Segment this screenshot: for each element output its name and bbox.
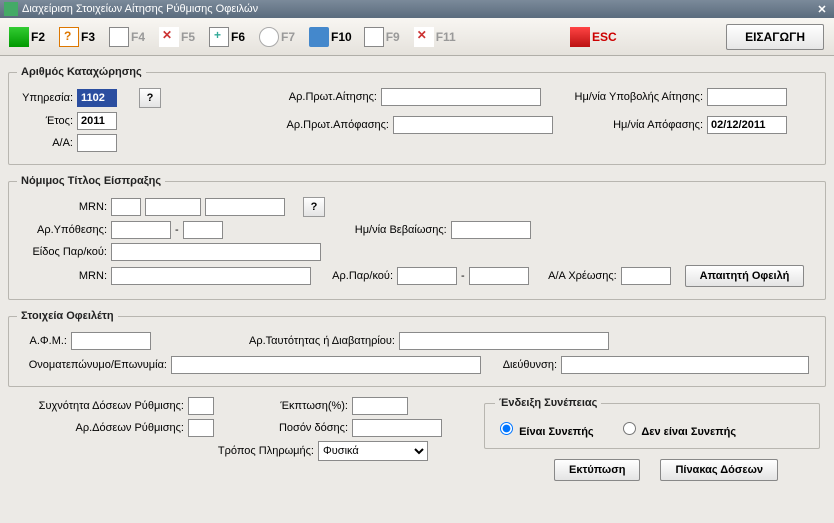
hm-vev-input[interactable] xyxy=(451,221,531,239)
mrn-label: MRN: xyxy=(17,201,107,213)
taut-label: Αρ.Ταυτότητας ή Διαβατηρίου: xyxy=(215,335,395,347)
mrn2-label: MRN: xyxy=(17,270,107,282)
ypiresia-label: Υπηρεσία: xyxy=(17,92,73,104)
apaititi-ofeili-button[interactable]: Απαιτητή Οφειλή xyxy=(685,265,805,287)
consistent-radio[interactable] xyxy=(500,422,513,435)
mrn2-input[interactable] xyxy=(145,198,201,216)
addr-input[interactable] xyxy=(561,356,809,374)
toolbar-f4: F4 xyxy=(104,21,152,53)
etos-label: Έτος: xyxy=(17,115,73,127)
afm-label: Α.Φ.Μ.: xyxy=(17,335,67,347)
consistency-legend: Ένδειξη Συνέπειας xyxy=(495,397,601,409)
aa-label: Α/Α: xyxy=(17,137,73,149)
pinakas-doseon-button[interactable]: Πίνακας Δόσεων xyxy=(660,459,778,481)
arprot-aitisis-input[interactable] xyxy=(381,88,541,106)
save-icon xyxy=(9,27,29,47)
print-button[interactable]: Εκτύπωση xyxy=(554,459,640,481)
eidos-input[interactable] xyxy=(111,243,321,261)
ar-ypoth1-input[interactable] xyxy=(111,221,171,239)
toolbar-f3-help[interactable]: F3 xyxy=(54,21,102,53)
print-icon xyxy=(309,27,329,47)
taut-input[interactable] xyxy=(399,332,609,350)
title-bar: Διαχείριση Στοιχείων Αίτησης Ρύθμισης Οφ… xyxy=(0,0,834,18)
ar-ypoth-label: Αρ.Υπόθεσης: xyxy=(17,224,107,236)
onoma-label: Ονοματεπώνυμο/Επωνυμία: xyxy=(17,359,167,371)
syxn-label: Συχνότητα Δόσεων Ρύθμισης: xyxy=(14,400,184,412)
ekpt-label: Έκπτωση(%): xyxy=(258,400,348,412)
delete-icon xyxy=(159,27,179,47)
inconsistent-radio-label[interactable]: Δεν είναι Συνεπής xyxy=(618,419,736,438)
ardos-label: Αρ.Δόσεων Ρύθμισης: xyxy=(14,422,184,434)
ar-ypoth2-input[interactable] xyxy=(183,221,223,239)
afm-input[interactable] xyxy=(71,332,151,350)
registration-legend: Αριθμός Καταχώρησης xyxy=(17,66,146,78)
toolbar-f7: F7 xyxy=(254,21,302,53)
help-icon xyxy=(59,27,79,47)
tropos-select[interactable]: Φυσικά xyxy=(318,441,428,461)
registration-fieldset: Αριθμός Καταχώρησης Υπηρεσία: ? Έτος: Α/… xyxy=(8,66,826,165)
legal-title-fieldset: Νόμιμος Τίτλος Είσπραξης MRN: ? Αρ.Υπόθε… xyxy=(8,175,826,300)
hm-ypovolis-input[interactable] xyxy=(707,88,787,106)
doc2-icon xyxy=(364,27,384,47)
new-icon xyxy=(209,27,229,47)
app-icon xyxy=(4,2,18,16)
toolbar-f11: F11 xyxy=(409,21,461,53)
close-icon[interactable]: ✕ xyxy=(814,2,830,16)
zoom-icon xyxy=(259,27,279,47)
aaxr-label: Α/Α Χρέωσης: xyxy=(539,270,617,282)
mrn3-input[interactable] xyxy=(205,198,285,216)
aa-input[interactable] xyxy=(77,134,117,152)
eidos-label: Είδος Παρ/κού: xyxy=(17,246,107,258)
toolbar-f9: F9 xyxy=(359,21,407,53)
toolbar-esc-exit[interactable]: ESC xyxy=(565,21,622,53)
consistency-fieldset: Ένδειξη Συνέπειας Είναι Συνεπής Δεν είνα… xyxy=(484,397,820,449)
arpar2-input[interactable] xyxy=(469,267,529,285)
onoma-input[interactable] xyxy=(171,356,481,374)
hm-ypovolis-label: Ημ/νία Υποβολής Αίτησης: xyxy=(553,91,703,103)
mrn-long-input[interactable] xyxy=(111,267,311,285)
poson-label: Ποσόν δόσης: xyxy=(258,422,348,434)
hm-apof-input[interactable] xyxy=(707,116,787,134)
mrn-help-button[interactable]: ? xyxy=(303,197,325,217)
toolbar-f5: F5 xyxy=(154,21,202,53)
arpar-label: Αρ.Παρ/κού: xyxy=(321,270,393,282)
insert-button[interactable]: ΕΙΣΑΓΩΓΗ xyxy=(726,24,824,50)
toolbar-f6-new[interactable]: F6 xyxy=(204,21,252,53)
window-title: Διαχείριση Στοιχείων Αίτησης Ρύθμισης Οφ… xyxy=(22,3,258,15)
toolbar-f10-print[interactable]: F10 xyxy=(304,21,357,53)
consistent-radio-label[interactable]: Είναι Συνεπής xyxy=(495,419,594,438)
debtor-legend: Στοιχεία Οφειλέτη xyxy=(17,310,118,322)
exit-icon xyxy=(570,27,590,47)
ypiresia-input[interactable] xyxy=(77,89,117,107)
toolbar-f2-save[interactable]: F2 xyxy=(4,21,52,53)
registration-help-button[interactable]: ? xyxy=(139,88,161,108)
arprot-apof-label: Αρ.Πρωτ.Απόφασης: xyxy=(277,119,389,131)
hm-vev-label: Ημ/νία Βεβαίωσης: xyxy=(297,224,447,236)
mrn1-input[interactable] xyxy=(111,198,141,216)
arprot-aitisis-label: Αρ.Πρωτ.Αίτησης: xyxy=(277,91,377,103)
ekpt-input[interactable] xyxy=(352,397,408,415)
etos-input[interactable] xyxy=(77,112,117,130)
aaxr-input[interactable] xyxy=(621,267,671,285)
poson-input[interactable] xyxy=(352,419,442,437)
addr-label: Διεύθυνση: xyxy=(493,359,557,371)
toolbar: F2 F3 F4 F5 F6 F7 F10 F9 F11 ESC ΕΙΣΑΓΩΓ… xyxy=(0,18,834,56)
arpar1-input[interactable] xyxy=(397,267,457,285)
legal-title-legend: Νόμιμος Τίτλος Είσπραξης xyxy=(17,175,165,187)
doc-icon xyxy=(109,27,129,47)
tropos-label: Τρόπος Πληρωμής: xyxy=(14,445,314,457)
cancel-icon xyxy=(414,27,434,47)
debtor-fieldset: Στοιχεία Οφειλέτη Α.Φ.Μ.: Αρ.Ταυτότητας … xyxy=(8,310,826,387)
inconsistent-radio[interactable] xyxy=(623,422,636,435)
syxn-input[interactable] xyxy=(188,397,214,415)
arprot-apof-input[interactable] xyxy=(393,116,553,134)
hm-apof-label: Ημ/νία Απόφασης: xyxy=(565,119,703,131)
ardos-input[interactable] xyxy=(188,419,214,437)
